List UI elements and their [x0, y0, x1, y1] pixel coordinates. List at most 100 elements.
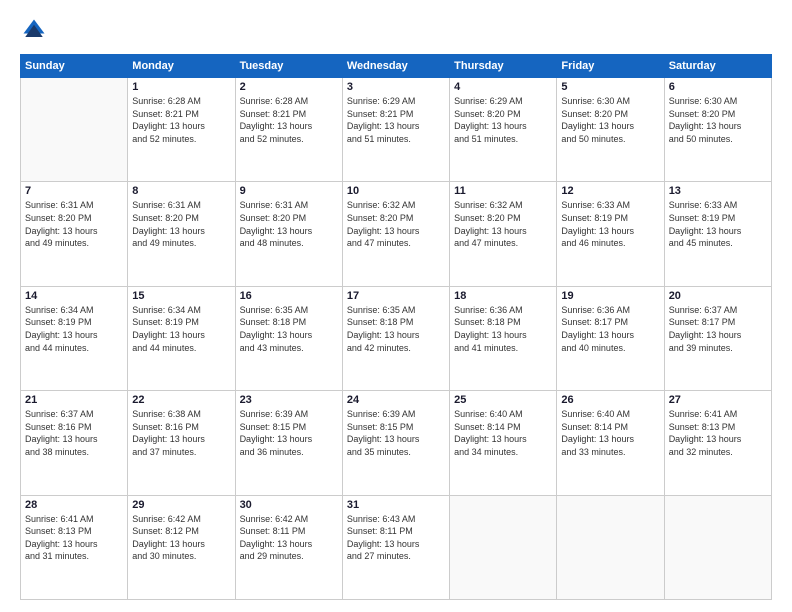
- calendar-cell: 5 Sunrise: 6:30 AM Sunset: 8:20 PM Daylig…: [557, 78, 664, 182]
- calendar-cell: 15 Sunrise: 6:34 AM Sunset: 8:19 PM Dayli…: [128, 286, 235, 390]
- day-info: Sunrise: 6:39 AM Sunset: 8:15 PM Dayligh…: [240, 408, 338, 458]
- day-number: 12: [561, 185, 659, 197]
- day-number: 4: [454, 81, 552, 93]
- weekday-header: Wednesday: [342, 55, 449, 78]
- calendar-cell: 11Sunrise: 6:32 AM Sunset: 8:20 PM Dayli…: [450, 182, 557, 286]
- calendar-cell: 30 Sunrise: 6:42 AM Sunset: 8:11 PM Dayli…: [235, 495, 342, 599]
- calendar-cell: 16 Sunrise: 6:35 AM Sunset: 8:18 PM Dayli…: [235, 286, 342, 390]
- calendar-week-row: 28 Sunrise: 6:41 AM Sunset: 8:13 PM Dayli…: [21, 495, 772, 599]
- day-number: 23: [240, 394, 338, 406]
- calendar-cell: 26Sunrise: 6:40 AM Sunset: 8:14 PM Dayli…: [557, 391, 664, 495]
- day-info: Sunrise: 6:30 AM Sunset: 8:20 PM Dayligh…: [669, 95, 767, 145]
- day-number: 17: [347, 290, 445, 302]
- day-number: 16: [240, 290, 338, 302]
- day-number: 19: [561, 290, 659, 302]
- day-info: Sunrise: 6:42 AM Sunset: 8:11 PM Dayligh…: [240, 513, 338, 563]
- calendar-cell: 18 Sunrise: 6:36 AM Sunset: 8:18 PM Dayli…: [450, 286, 557, 390]
- calendar-cell: 21 Sunrise: 6:37 AM Sunset: 8:16 PM Dayli…: [21, 391, 128, 495]
- day-number: 8: [132, 185, 230, 197]
- day-info: Sunrise: 6:31 AM Sunset: 8:20 PM Dayligh…: [240, 199, 338, 249]
- day-info: Sunrise: 6:41 AM Sunset: 8:13 PM Dayligh…: [669, 408, 767, 458]
- day-number: 26: [561, 394, 659, 406]
- day-info: Sunrise: 6:34 AM Sunset: 8:19 PM Dayligh…: [132, 304, 230, 354]
- calendar-table: SundayMondayTuesdayWednesdayThursdayFrid…: [20, 54, 772, 600]
- calendar-cell: 17 Sunrise: 6:35 AM Sunset: 8:18 PM Dayli…: [342, 286, 449, 390]
- calendar-week-row: 1 Sunrise: 6:28 AM Sunset: 8:21 PM Daylig…: [21, 78, 772, 182]
- header: [20, 16, 772, 44]
- day-info: Sunrise: 6:35 AM Sunset: 8:18 PM Dayligh…: [240, 304, 338, 354]
- day-info: Sunrise: 6:39 AM Sunset: 8:15 PM Dayligh…: [347, 408, 445, 458]
- day-info: Sunrise: 6:29 AM Sunset: 8:20 PM Dayligh…: [454, 95, 552, 145]
- calendar-week-row: 21 Sunrise: 6:37 AM Sunset: 8:16 PM Dayli…: [21, 391, 772, 495]
- day-info: Sunrise: 6:29 AM Sunset: 8:21 PM Dayligh…: [347, 95, 445, 145]
- day-info: Sunrise: 6:34 AM Sunset: 8:19 PM Dayligh…: [25, 304, 123, 354]
- day-info: Sunrise: 6:31 AM Sunset: 8:20 PM Dayligh…: [25, 199, 123, 249]
- day-info: Sunrise: 6:35 AM Sunset: 8:18 PM Dayligh…: [347, 304, 445, 354]
- calendar-cell: [450, 495, 557, 599]
- day-info: Sunrise: 6:37 AM Sunset: 8:17 PM Dayligh…: [669, 304, 767, 354]
- logo-icon: [20, 16, 48, 44]
- day-number: 5: [561, 81, 659, 93]
- day-number: 28: [25, 499, 123, 511]
- calendar-cell: 19 Sunrise: 6:36 AM Sunset: 8:17 PM Dayli…: [557, 286, 664, 390]
- day-number: 21: [25, 394, 123, 406]
- calendar-cell: 9Sunrise: 6:31 AM Sunset: 8:20 PM Daylig…: [235, 182, 342, 286]
- day-info: Sunrise: 6:33 AM Sunset: 8:19 PM Dayligh…: [561, 199, 659, 249]
- header-row: SundayMondayTuesdayWednesdayThursdayFrid…: [21, 55, 772, 78]
- day-info: Sunrise: 6:28 AM Sunset: 8:21 PM Dayligh…: [240, 95, 338, 145]
- calendar-cell: 4 Sunrise: 6:29 AM Sunset: 8:20 PM Daylig…: [450, 78, 557, 182]
- calendar-cell: [664, 495, 771, 599]
- day-info: Sunrise: 6:36 AM Sunset: 8:18 PM Dayligh…: [454, 304, 552, 354]
- day-info: Sunrise: 6:33 AM Sunset: 8:19 PM Dayligh…: [669, 199, 767, 249]
- day-number: 6: [669, 81, 767, 93]
- day-number: 25: [454, 394, 552, 406]
- calendar-cell: 12 Sunrise: 6:33 AM Sunset: 8:19 PM Dayli…: [557, 182, 664, 286]
- day-number: 14: [25, 290, 123, 302]
- day-number: 2: [240, 81, 338, 93]
- day-number: 3: [347, 81, 445, 93]
- calendar-week-row: 14 Sunrise: 6:34 AM Sunset: 8:19 PM Dayli…: [21, 286, 772, 390]
- day-number: 30: [240, 499, 338, 511]
- day-number: 15: [132, 290, 230, 302]
- calendar-cell: 24Sunrise: 6:39 AM Sunset: 8:15 PM Dayli…: [342, 391, 449, 495]
- day-number: 18: [454, 290, 552, 302]
- weekday-header: Tuesday: [235, 55, 342, 78]
- weekday-header: Monday: [128, 55, 235, 78]
- calendar-cell: 7 Sunrise: 6:31 AM Sunset: 8:20 PM Daylig…: [21, 182, 128, 286]
- day-info: Sunrise: 6:28 AM Sunset: 8:21 PM Dayligh…: [132, 95, 230, 145]
- calendar-cell: 23 Sunrise: 6:39 AM Sunset: 8:15 PM Dayli…: [235, 391, 342, 495]
- weekday-header: Friday: [557, 55, 664, 78]
- weekday-header: Saturday: [664, 55, 771, 78]
- calendar-cell: 14 Sunrise: 6:34 AM Sunset: 8:19 PM Dayli…: [21, 286, 128, 390]
- calendar-cell: 28 Sunrise: 6:41 AM Sunset: 8:13 PM Dayli…: [21, 495, 128, 599]
- calendar-cell: 22 Sunrise: 6:38 AM Sunset: 8:16 PM Dayli…: [128, 391, 235, 495]
- calendar-cell: 27Sunrise: 6:41 AM Sunset: 8:13 PM Dayli…: [664, 391, 771, 495]
- day-info: Sunrise: 6:40 AM Sunset: 8:14 PM Dayligh…: [454, 408, 552, 458]
- day-info: Sunrise: 6:38 AM Sunset: 8:16 PM Dayligh…: [132, 408, 230, 458]
- day-number: 31: [347, 499, 445, 511]
- calendar-cell: 10Sunrise: 6:32 AM Sunset: 8:20 PM Dayli…: [342, 182, 449, 286]
- day-info: Sunrise: 6:42 AM Sunset: 8:12 PM Dayligh…: [132, 513, 230, 563]
- day-number: 13: [669, 185, 767, 197]
- day-number: 1: [132, 81, 230, 93]
- calendar-cell: 25 Sunrise: 6:40 AM Sunset: 8:14 PM Dayli…: [450, 391, 557, 495]
- calendar-cell: 8Sunrise: 6:31 AM Sunset: 8:20 PM Daylig…: [128, 182, 235, 286]
- calendar-cell: 29 Sunrise: 6:42 AM Sunset: 8:12 PM Dayli…: [128, 495, 235, 599]
- calendar-cell: 1 Sunrise: 6:28 AM Sunset: 8:21 PM Daylig…: [128, 78, 235, 182]
- day-info: Sunrise: 6:37 AM Sunset: 8:16 PM Dayligh…: [25, 408, 123, 458]
- day-number: 11: [454, 185, 552, 197]
- calendar-cell: 20Sunrise: 6:37 AM Sunset: 8:17 PM Dayli…: [664, 286, 771, 390]
- page: SundayMondayTuesdayWednesdayThursdayFrid…: [0, 0, 792, 612]
- calendar-cell: 3 Sunrise: 6:29 AM Sunset: 8:21 PM Daylig…: [342, 78, 449, 182]
- day-info: Sunrise: 6:43 AM Sunset: 8:11 PM Dayligh…: [347, 513, 445, 563]
- day-info: Sunrise: 6:41 AM Sunset: 8:13 PM Dayligh…: [25, 513, 123, 563]
- weekday-header: Thursday: [450, 55, 557, 78]
- day-number: 7: [25, 185, 123, 197]
- day-info: Sunrise: 6:36 AM Sunset: 8:17 PM Dayligh…: [561, 304, 659, 354]
- day-number: 22: [132, 394, 230, 406]
- day-info: Sunrise: 6:30 AM Sunset: 8:20 PM Dayligh…: [561, 95, 659, 145]
- day-number: 29: [132, 499, 230, 511]
- calendar-cell: 31 Sunrise: 6:43 AM Sunset: 8:11 PM Dayli…: [342, 495, 449, 599]
- calendar-cell: 2 Sunrise: 6:28 AM Sunset: 8:21 PM Daylig…: [235, 78, 342, 182]
- calendar-cell: [557, 495, 664, 599]
